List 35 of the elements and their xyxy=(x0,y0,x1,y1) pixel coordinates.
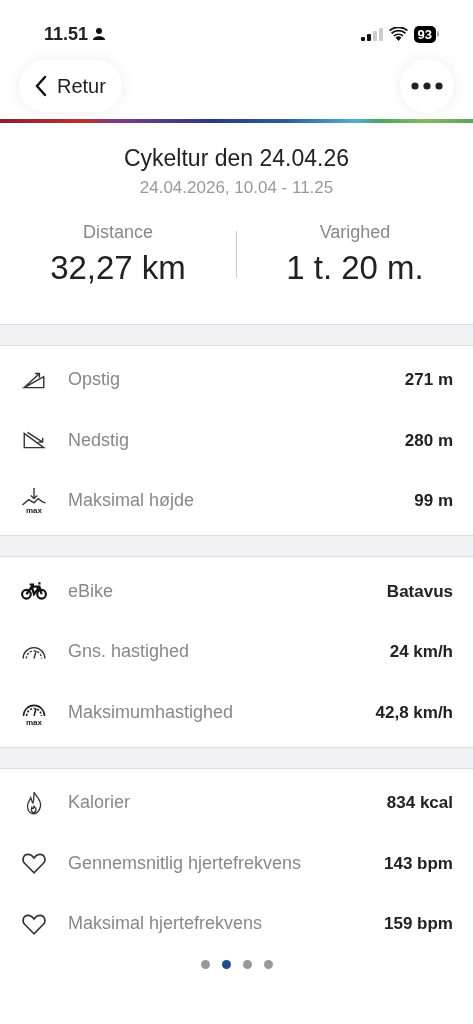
metric-label: Opstig xyxy=(68,368,122,392)
metric-label: Maksimal højde xyxy=(68,489,196,513)
metric-label: eBike xyxy=(68,579,115,603)
person-icon xyxy=(92,27,107,41)
stat-label: Varighed xyxy=(319,220,391,244)
metric-value: 42,8 km/h xyxy=(375,701,453,724)
metric-value: 271 m xyxy=(404,369,453,391)
ride-title: Cykeltur den 24.04.26 xyxy=(123,144,349,173)
stat-value: 32,27 km xyxy=(50,247,186,288)
clock-time: 11.51 xyxy=(44,22,89,46)
stat-value: 1 t. 20 m. xyxy=(286,247,424,288)
signal-icon xyxy=(360,27,383,41)
metric-label: Kalorier xyxy=(68,791,132,815)
metric-label: Maksimumhastighed xyxy=(68,700,235,724)
metric-label: Gennemsnitlig hjertefrekvens xyxy=(68,851,303,875)
max-height-icon xyxy=(21,486,47,507)
metric-label: Maksimal hjertefrekvens xyxy=(68,912,264,936)
battery-indicator: 93 xyxy=(413,25,436,43)
ride-datetime: 24.04.2026, 10.04 - 11.25 xyxy=(139,177,334,199)
metric-label: Gns. hastighed xyxy=(68,640,191,664)
chevron-left-icon xyxy=(35,75,47,97)
metric-value: 143 bpm xyxy=(384,852,453,875)
metric-label: Nedstig xyxy=(68,428,131,452)
icon-caption: max xyxy=(26,506,42,516)
stat-label: Distance xyxy=(83,220,153,244)
metric-value: 159 bpm xyxy=(384,913,453,935)
back-button[interactable]: Retur xyxy=(19,60,122,112)
metric-value: 280 m xyxy=(404,429,453,452)
wifi-icon xyxy=(388,27,408,41)
metric-value: 834 kcal xyxy=(386,792,453,814)
metric-value: 99 m xyxy=(414,490,453,512)
metric-value: Batavus xyxy=(386,580,453,603)
more-icon xyxy=(411,82,443,90)
icon-caption: max xyxy=(26,717,42,727)
metric-value: 24 km/h xyxy=(389,641,453,663)
